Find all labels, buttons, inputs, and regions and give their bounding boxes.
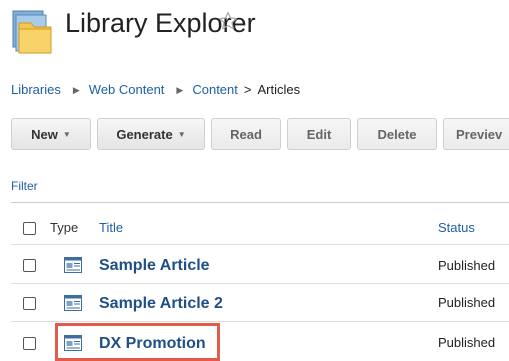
breadcrumb-current: Articles xyxy=(257,82,301,97)
breadcrumb-content[interactable]: Content xyxy=(192,82,238,97)
column-header-status[interactable]: Status xyxy=(438,220,475,235)
edit-button-label: Edit xyxy=(306,126,332,142)
read-button[interactable]: Read xyxy=(211,118,281,150)
generate-button-label: Generate xyxy=(116,126,173,142)
read-button-label: Read xyxy=(230,126,262,142)
breadcrumb-libraries[interactable]: Libraries xyxy=(11,82,61,97)
row-checkbox[interactable] xyxy=(23,259,36,272)
divider xyxy=(11,283,509,284)
preview-button-label: Previev xyxy=(456,126,503,142)
row-status: Published xyxy=(438,295,496,310)
folder-icon xyxy=(12,10,52,54)
chevron-down-icon: ▼ xyxy=(62,129,71,139)
article-document-icon xyxy=(64,257,82,273)
breadcrumb-separator: > xyxy=(243,82,252,97)
new-button-label: New xyxy=(31,126,58,142)
row-status: Published xyxy=(438,335,496,350)
generate-button[interactable]: Generate ▼ xyxy=(97,118,205,150)
breadcrumb: Libraries ▶ Web Content ▶ Content > Articles xyxy=(11,82,300,97)
divider xyxy=(11,202,509,203)
divider xyxy=(11,321,509,322)
row-status: Published xyxy=(438,258,496,273)
breadcrumb-arrow-icon: ▶ xyxy=(176,85,184,95)
filter-link[interactable]: Filter xyxy=(11,179,38,193)
breadcrumb-web-content[interactable]: Web Content xyxy=(89,82,165,97)
row-title-link[interactable]: Sample Article 2 xyxy=(99,295,223,313)
chevron-down-icon: ▼ xyxy=(177,129,186,139)
column-header-type[interactable]: Type xyxy=(50,220,78,235)
column-header-title[interactable]: Title xyxy=(99,220,123,235)
highlight-box xyxy=(55,323,220,361)
preview-button[interactable]: Previev xyxy=(443,118,509,150)
article-document-icon xyxy=(64,295,82,311)
delete-button[interactable]: Delete xyxy=(357,118,437,150)
select-all-checkbox[interactable] xyxy=(23,222,36,235)
divider xyxy=(11,244,509,245)
row-checkbox[interactable] xyxy=(23,297,36,310)
new-button[interactable]: New ▼ xyxy=(11,118,91,150)
star-outline-icon[interactable] xyxy=(218,11,238,31)
row-checkbox[interactable] xyxy=(23,337,36,350)
delete-button-label: Delete xyxy=(377,126,417,142)
breadcrumb-arrow-icon: ▶ xyxy=(72,85,80,95)
row-title-link[interactable]: Sample Article xyxy=(99,257,210,275)
edit-button[interactable]: Edit xyxy=(287,118,351,150)
